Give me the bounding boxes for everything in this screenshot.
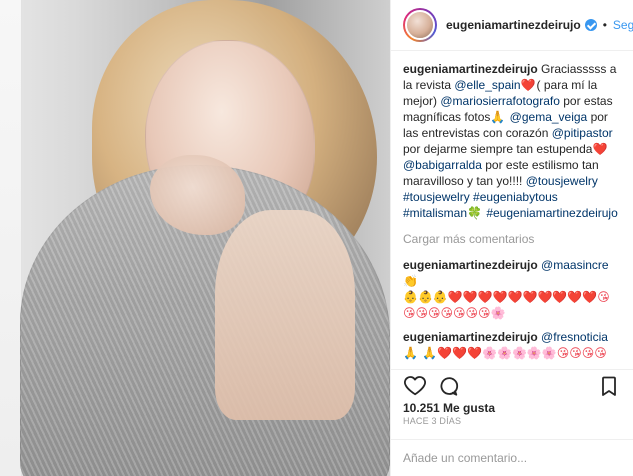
emoji: 🙏 xyxy=(490,109,506,124)
magazine-page-edge xyxy=(0,0,22,476)
emoji: 🍀 xyxy=(467,205,482,220)
profile-avatar-ring[interactable] xyxy=(403,7,437,42)
emoji: ❤️ xyxy=(520,77,536,92)
caption-username[interactable]: eugeniamartinezdeirujo xyxy=(403,62,538,76)
mention-link[interactable]: @babigarralda xyxy=(403,158,482,172)
bookmark-outline-icon[interactable] xyxy=(597,374,621,398)
mention-link[interactable]: #eugeniabytous xyxy=(473,190,558,204)
post-photo[interactable] xyxy=(0,0,390,476)
add-comment-bar xyxy=(391,439,633,476)
emoji: 👏 xyxy=(403,273,418,288)
photo-skin-shape xyxy=(215,210,355,420)
mention-link[interactable]: @elle_spain xyxy=(454,78,520,92)
mention-link[interactable]: @maasincre xyxy=(541,258,609,272)
mention-link[interactable]: #tousjewelry xyxy=(403,190,470,204)
mention-link[interactable]: @mariosierrafotografo xyxy=(440,94,560,108)
comments-list[interactable]: eugeniamartinezdeirujo Graciasssss a la … xyxy=(391,51,633,370)
mention-link[interactable]: @pitipastor xyxy=(552,126,613,140)
heart-outline-icon[interactable] xyxy=(403,374,427,398)
follow-button[interactable]: Seguir xyxy=(613,18,633,32)
profile-username-text[interactable]: eugeniamartinezdeirujo xyxy=(446,18,581,32)
comment-username[interactable]: eugeniamartinezdeirujo xyxy=(403,258,538,272)
caption-text: Graciasssss a la revista @elle_spain❤️( … xyxy=(403,62,618,220)
post-actions xyxy=(391,370,633,401)
emoji: 👶👶👶❤️❤️❤️❤️❤️❤️❤️❤️❤️❤️😘😘😘😘😘😘😘😘🌸 xyxy=(403,289,610,320)
post-header: eugeniamartinezdeirujo • Seguir xyxy=(391,0,633,51)
comment-username[interactable]: eugeniamartinezdeirujo xyxy=(403,330,538,344)
likes-count[interactable]: 10.251 Me gusta xyxy=(391,401,633,416)
mention-link[interactable]: @gema_veiga xyxy=(510,110,588,124)
mention-link[interactable]: @tousjewelry xyxy=(526,174,598,188)
comment-bubble-icon[interactable] xyxy=(437,374,461,398)
profile-avatar[interactable] xyxy=(405,9,435,40)
post-timestamp: HACE 3 DÍAS xyxy=(403,416,462,427)
text-run: por dejarme siempre tan estupenda xyxy=(403,141,593,156)
add-comment-input[interactable] xyxy=(403,451,621,466)
profile-username[interactable]: eugeniamartinezdeirujo xyxy=(446,17,597,32)
post-caption: eugeniamartinezdeirujo Graciasssss a la … xyxy=(403,61,621,221)
load-more-comments-button[interactable]: Cargar más comentarios xyxy=(403,231,621,247)
comment-item: eugeniamartinezdeirujo @fresnoticia 🙏 🙏❤… xyxy=(403,329,621,361)
instagram-post: eugeniamartinezdeirujo • Seguir eugeniam… xyxy=(0,0,633,476)
post-side-panel: eugeniamartinezdeirujo • Seguir eugeniam… xyxy=(390,0,633,476)
verified-badge-icon xyxy=(584,19,597,32)
mention-link[interactable]: #mitalisman xyxy=(403,206,467,220)
mention-link[interactable]: #eugeniamartinezdeirujo xyxy=(486,206,617,220)
emoji: ❤️ xyxy=(592,141,608,156)
emoji: 🙏❤️❤️❤️🌸🌸🌸🌸🌸😘😘😘😘 xyxy=(422,345,607,360)
header-separator: • xyxy=(602,17,607,32)
comment-item: eugeniamartinezdeirujo @maasincre 👏 👶👶👶❤… xyxy=(403,257,621,321)
mention-link[interactable]: @fresnoticia xyxy=(541,330,608,344)
emoji: 🙏 xyxy=(403,345,418,360)
